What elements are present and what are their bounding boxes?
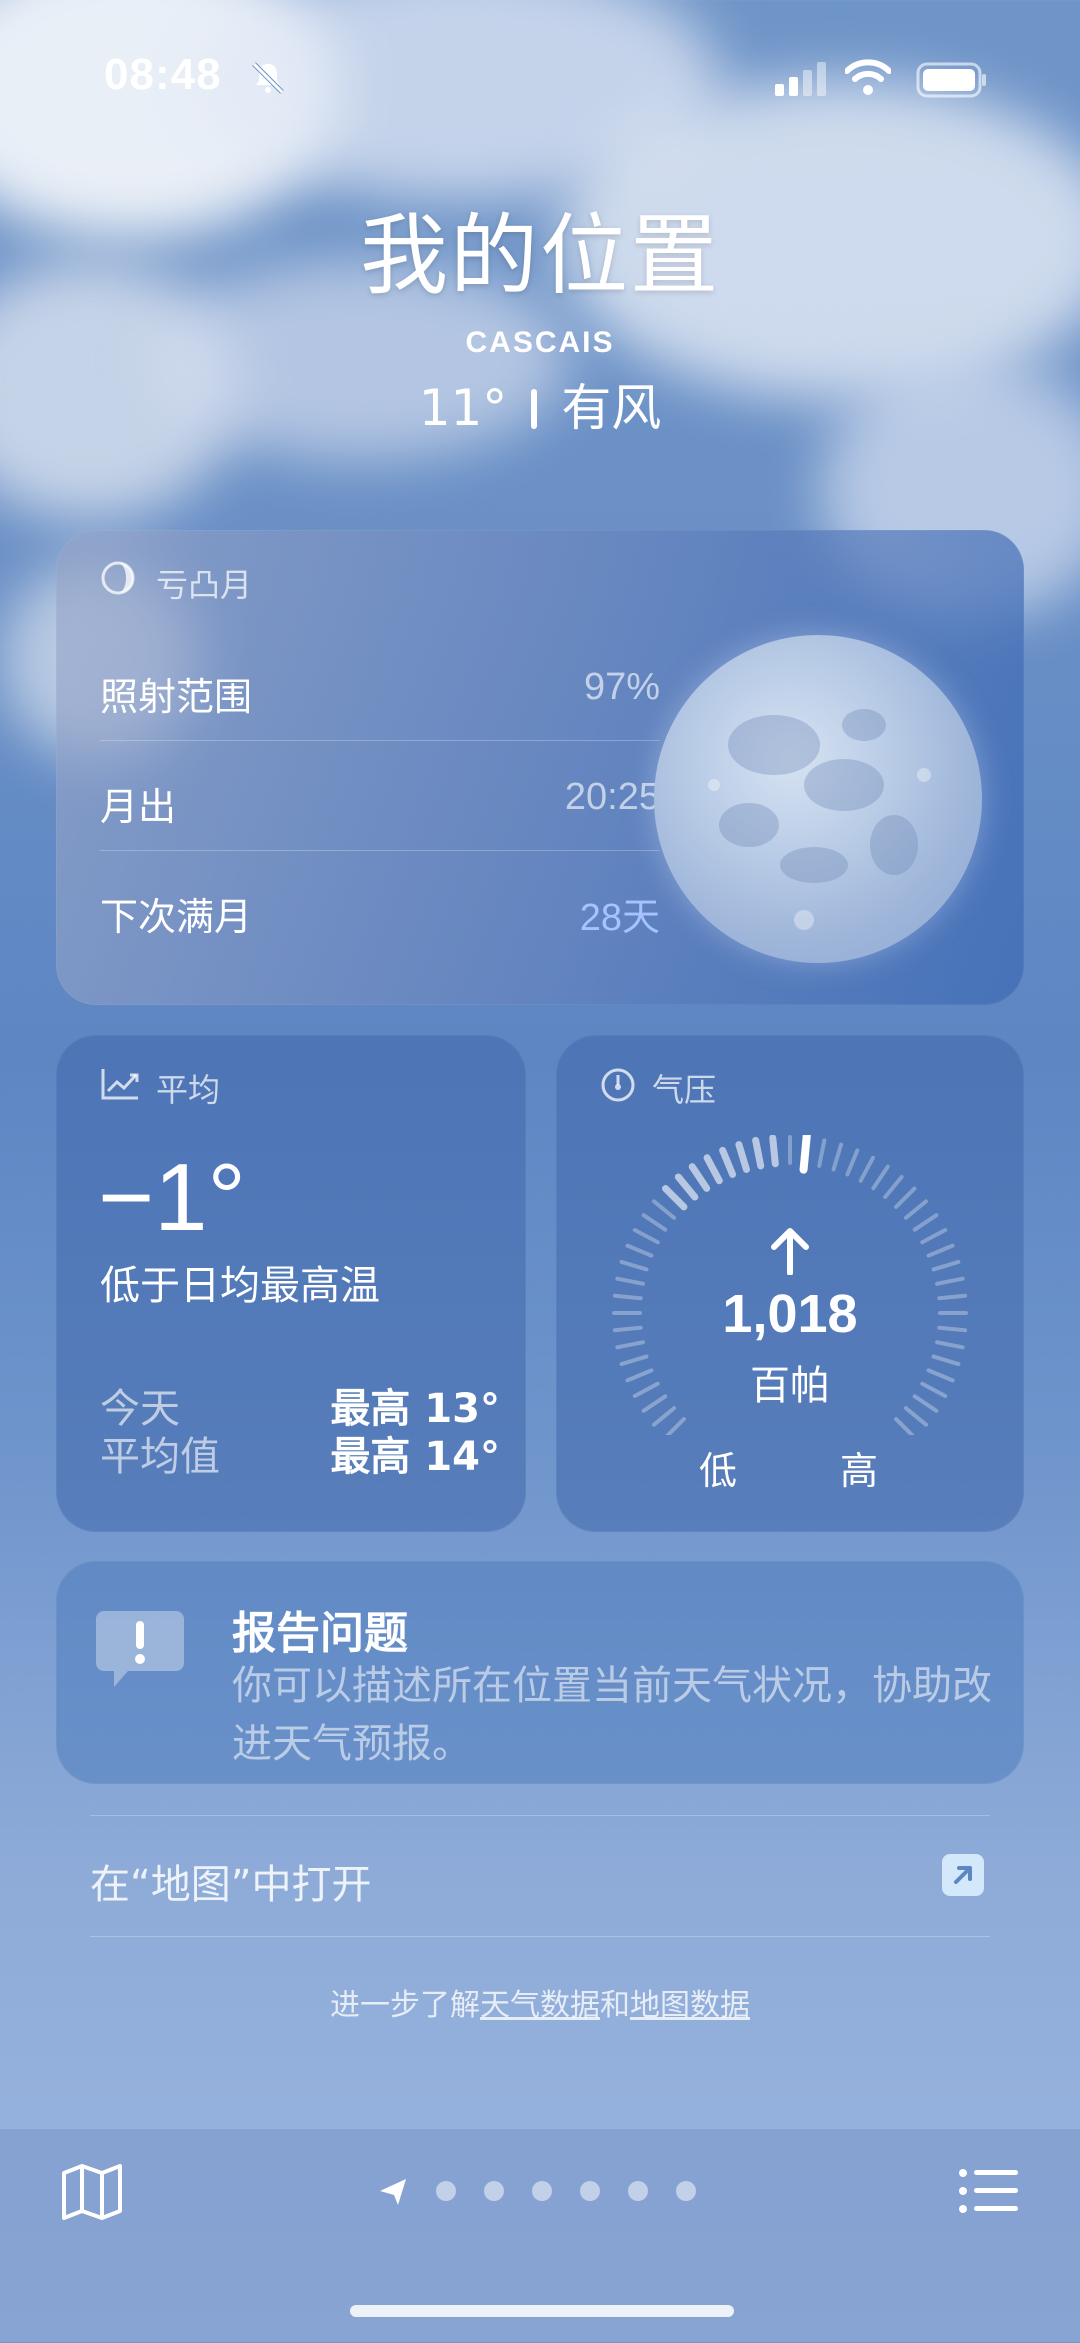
gauge-tick (688, 1163, 711, 1192)
page-dot (628, 2181, 648, 2201)
gauge-tick (858, 1155, 875, 1183)
average-temp-card[interactable]: 平均 −1° 低于日均最高温 今天 最高 13° 平均值 最高 14° (56, 1035, 526, 1532)
current-conditions: 11° 有风 (0, 368, 1080, 440)
average-description: 低于日均最高温 (100, 1263, 380, 1309)
gauge-tick (894, 1186, 917, 1209)
gauge-tick (926, 1243, 955, 1258)
average-title: 平均 (156, 1071, 221, 1109)
row-value: 28天 (579, 897, 660, 939)
battery-icon (916, 62, 986, 98)
report-title: 报告问题 (232, 1608, 408, 1659)
pressure-value: 1,018 (722, 1284, 858, 1344)
today-value: 最高 13° (330, 1386, 500, 1432)
gauge-icon (601, 1068, 635, 1102)
gauge-tick (674, 1173, 699, 1201)
divider (531, 389, 538, 429)
row-label: 月出 (100, 785, 177, 829)
today-label: 今天 (100, 1386, 180, 1432)
learn-more-prefix: 进一步了解 (330, 1988, 480, 2023)
average-deviation-value: −1° (98, 1144, 246, 1251)
gauge-tick (665, 1417, 686, 1435)
condition-text: 有风 (561, 379, 662, 437)
location-title: 我的位置 (359, 204, 720, 307)
gauge-tick (619, 1259, 649, 1272)
pressure-high-label: 高 (840, 1449, 879, 1493)
pressure-unit: 百帕 (750, 1363, 830, 1409)
gauge-tick (625, 1243, 654, 1258)
gauge-tick (632, 1228, 660, 1245)
pressure-low-label: 低 (699, 1449, 738, 1493)
moon-card[interactable]: 亏凸月 照射范围 97% 月出 20:25 下次满月 28天 (56, 530, 1024, 1005)
status-bar: 08:48 (0, 0, 1080, 160)
home-indicator (350, 2305, 734, 2317)
gauge-tick (641, 1213, 668, 1232)
report-issue-card[interactable]: 报告问题 你可以描述所在位置当前天气状况，协助改进天气预报。 (56, 1561, 1024, 1784)
cellular-signal-icon (775, 62, 826, 96)
row-value: 97% (583, 666, 660, 708)
report-description: 你可以描述所在位置当前天气状况，协助改进天气预报。 (232, 1663, 992, 1767)
pressure-card[interactable]: 气压 1,018 百帕 低 高 (556, 1035, 1024, 1532)
current-temperature: 11° (418, 379, 508, 437)
learn-more-text: 进一步了解天气数据和地图数据 (0, 1980, 1080, 2024)
city-name: CASCAIS (465, 326, 615, 359)
gauge-tick (871, 1164, 890, 1191)
moon-row-next-full-moon: 下次满月 28天 (100, 850, 660, 960)
moon-phase-icon (101, 561, 135, 595)
silent-bell-icon (252, 62, 284, 94)
moon-phase-label: 亏凸月 (156, 566, 253, 604)
page-dot (676, 2181, 696, 2201)
gauge-tick (769, 1135, 779, 1168)
location-arrow-icon (380, 2179, 406, 2205)
row-value: 20:25 (564, 776, 660, 818)
page-dot (484, 2181, 504, 2201)
list-icon[interactable] (958, 2167, 1020, 2215)
gauge-tick (894, 1417, 915, 1435)
gauge-tick (735, 1141, 750, 1173)
page-indicator[interactable] (378, 2175, 708, 2207)
report-alert-icon (96, 1611, 184, 1687)
moon-row-illumination: 照射范围 97% (100, 630, 660, 741)
arrow-up-icon (771, 1228, 809, 1275)
learn-more-conj: 和 (600, 1988, 630, 2023)
pressure-title: 气压 (652, 1071, 717, 1109)
gauge-tick (931, 1259, 961, 1272)
open-in-maps-row[interactable]: 在“地图”中打开 (90, 1815, 990, 1937)
average-label: 平均值 (100, 1434, 220, 1480)
gauge-tick (662, 1185, 688, 1211)
moon-image (654, 635, 982, 963)
gauge-current-marker (799, 1135, 811, 1174)
page-dot (532, 2181, 552, 2201)
trend-chart-icon (101, 1069, 139, 1100)
gauge-tick (817, 1138, 827, 1168)
gauge-tick (703, 1154, 723, 1185)
map-icon[interactable] (60, 2163, 124, 2221)
moon-row-moonrise: 月出 20:25 (100, 740, 660, 851)
gauge-tick (912, 1213, 939, 1232)
average-value: 最高 14° (330, 1434, 500, 1480)
average-comparison: 今天 最高 13° 平均值 最高 14° (100, 1385, 500, 1481)
wifi-icon (845, 59, 891, 95)
gauge-tick (883, 1174, 904, 1200)
gauge-tick (651, 1199, 677, 1220)
row-label: 下次满月 (100, 895, 253, 939)
gauge-tick (845, 1148, 860, 1177)
location-header: 我的位置 CASCAIS 11° 有风 (0, 185, 1080, 440)
gauge-tick (831, 1142, 844, 1172)
status-time: 08:48 (104, 50, 222, 99)
map-data-link[interactable]: 地图数据 (630, 1988, 750, 2023)
page-dot (436, 2181, 456, 2201)
gauge-tick (752, 1136, 765, 1170)
external-link-icon (942, 1854, 984, 1896)
gauge-tick (903, 1199, 929, 1220)
page-dot (580, 2181, 600, 2201)
gauge-tick (920, 1228, 948, 1245)
row-label: 照射范围 (100, 675, 253, 719)
weather-data-link[interactable]: 天气数据 (480, 1988, 600, 2023)
open-in-maps-label: 在“地图”中打开 (90, 1862, 372, 1908)
gauge-tick (719, 1146, 737, 1178)
